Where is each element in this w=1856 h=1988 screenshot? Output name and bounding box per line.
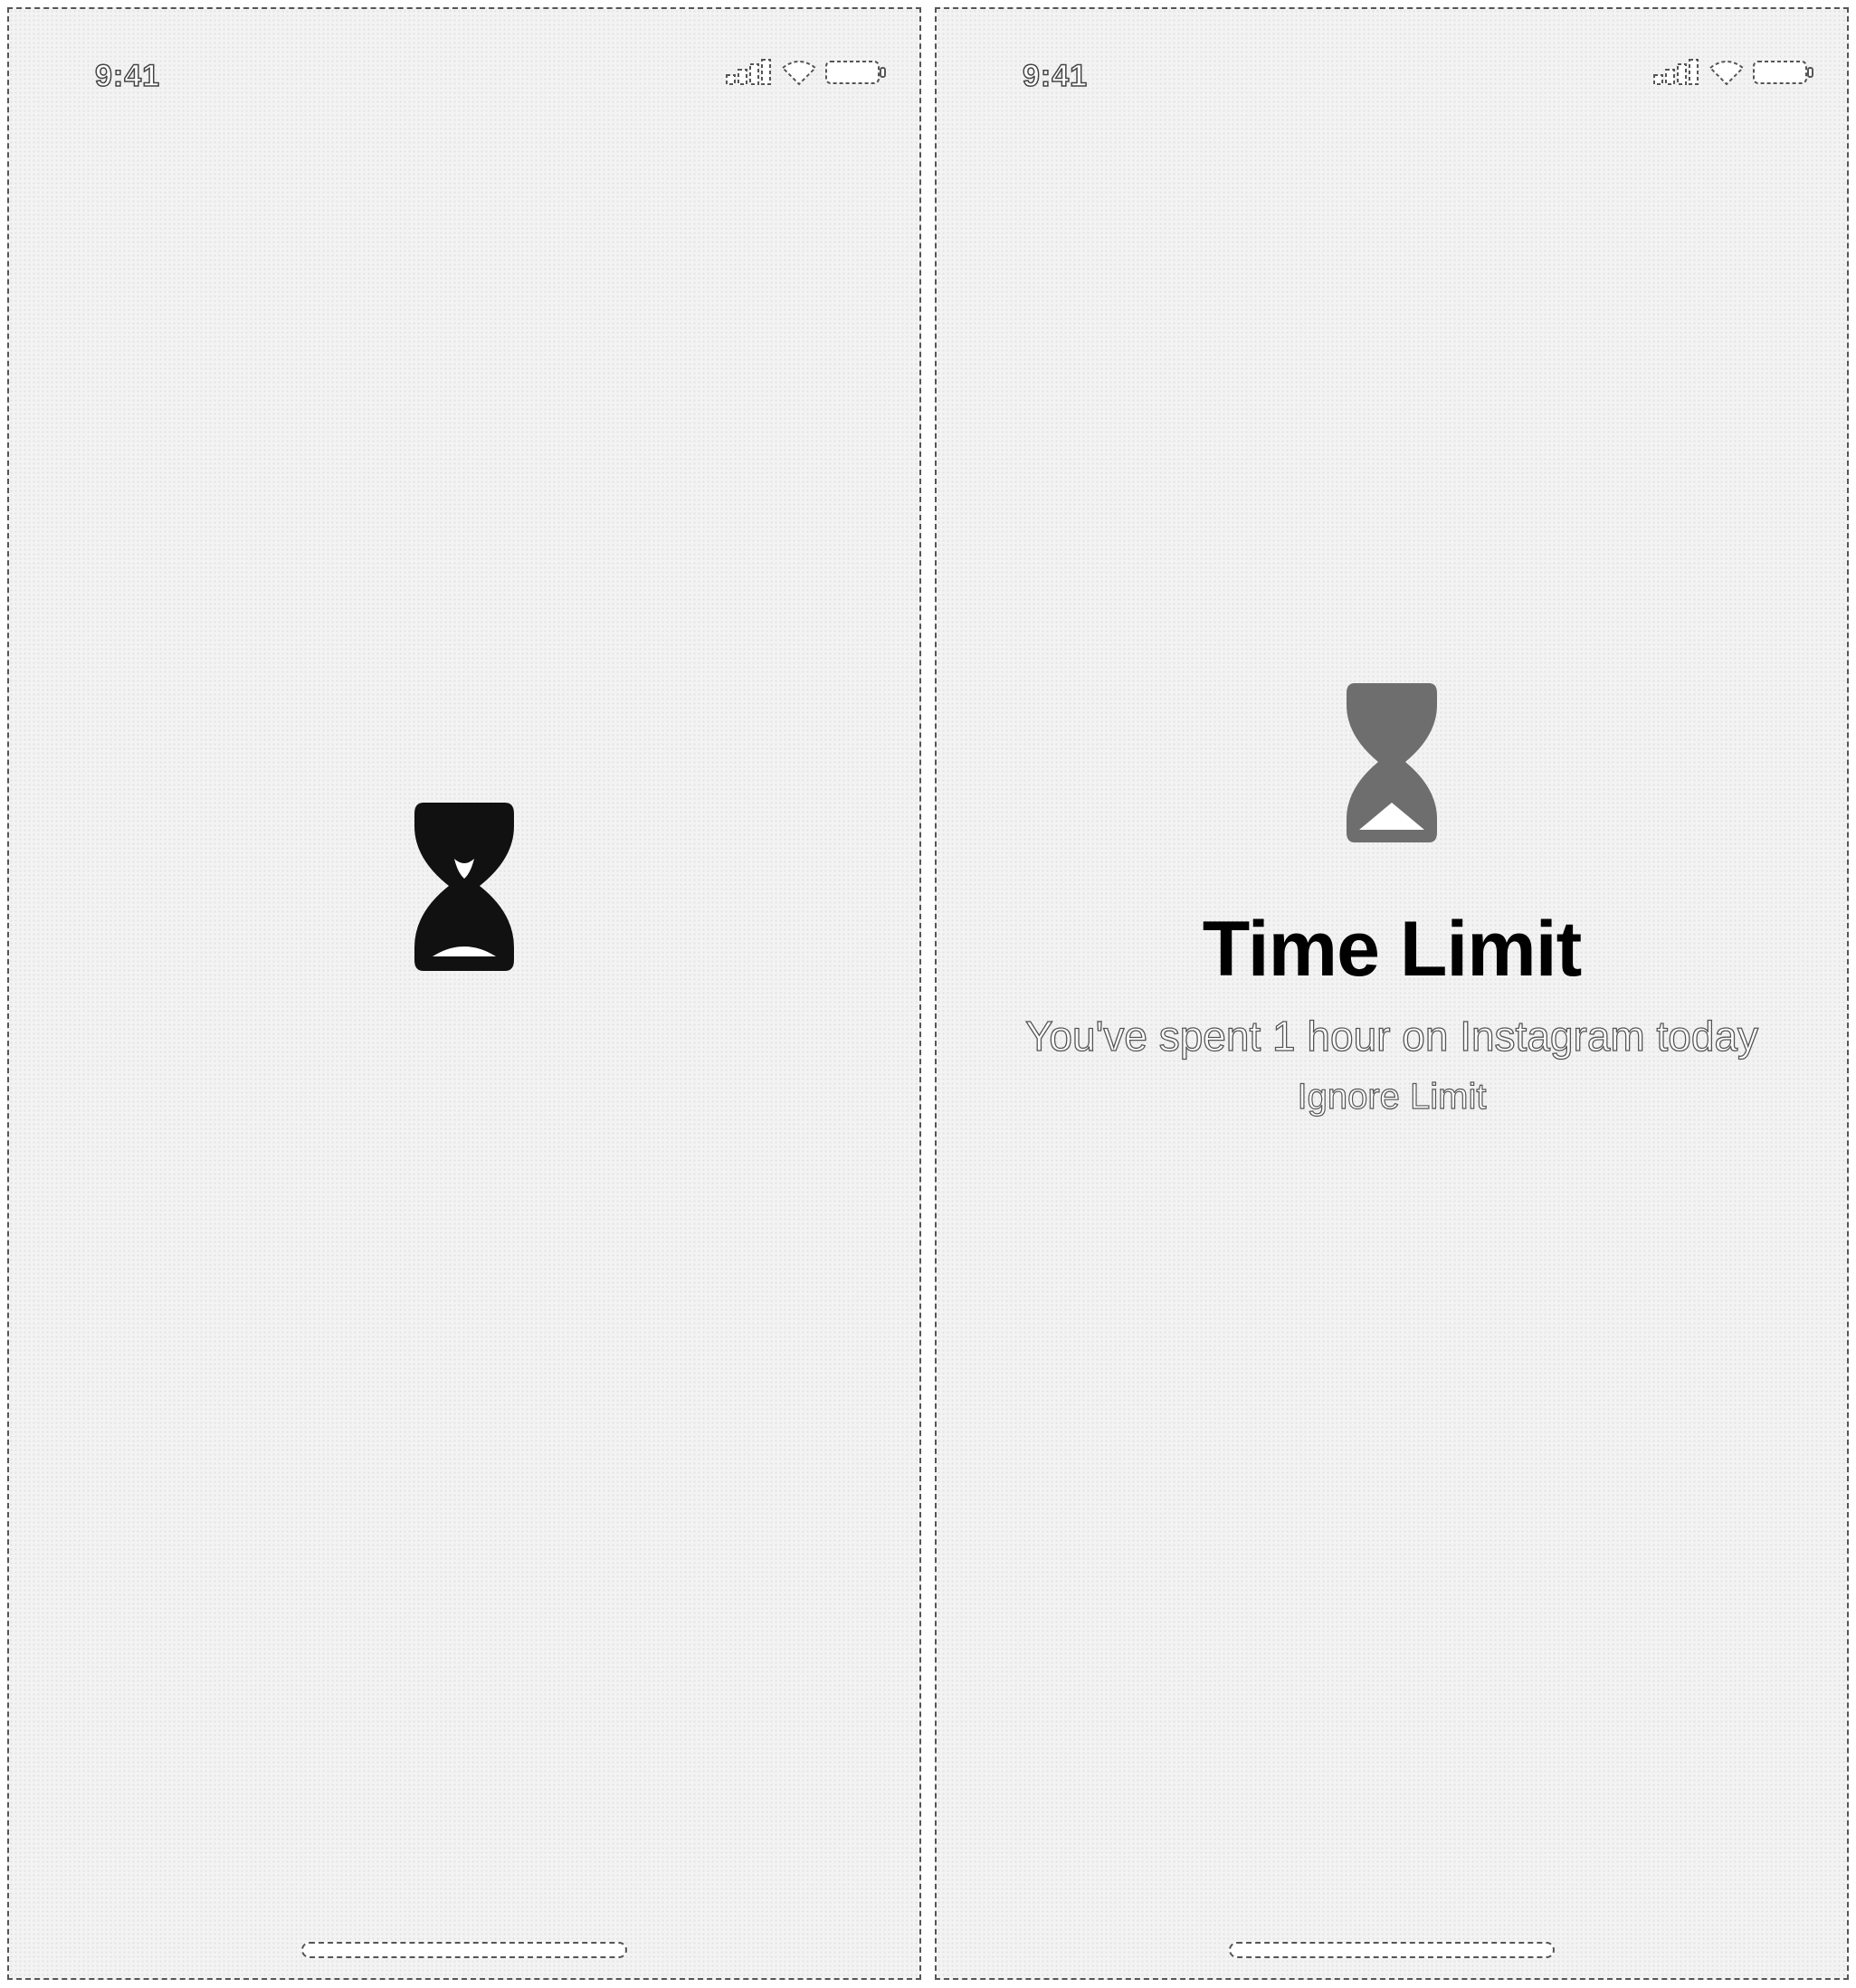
status-time: 9:41	[95, 59, 160, 94]
screen-time-limit: 9:41 Time Limit You've spent 1 hour on I…	[935, 7, 1849, 1980]
wifi-icon	[781, 59, 817, 86]
screen-loading: 9:41	[7, 7, 921, 1980]
ignore-limit-button[interactable]: Ignore Limit	[1298, 1077, 1487, 1118]
battery-icon	[824, 59, 888, 86]
page-title: Time Limit	[937, 905, 1847, 994]
battery-icon	[1752, 59, 1815, 86]
home-indicator[interactable]	[1229, 1942, 1555, 1958]
time-limit-message: You've spent 1 hour on Instagram today	[937, 1012, 1847, 1061]
wifi-icon	[1708, 59, 1745, 86]
home-indicator[interactable]	[301, 1942, 627, 1958]
status-icons	[725, 59, 888, 86]
status-icons	[1652, 59, 1815, 86]
signal-icon	[1652, 59, 1701, 86]
status-time: 9:41	[1023, 59, 1088, 94]
hourglass-icon	[414, 803, 514, 975]
signal-icon	[725, 59, 774, 86]
hourglass-icon	[1347, 683, 1437, 847]
